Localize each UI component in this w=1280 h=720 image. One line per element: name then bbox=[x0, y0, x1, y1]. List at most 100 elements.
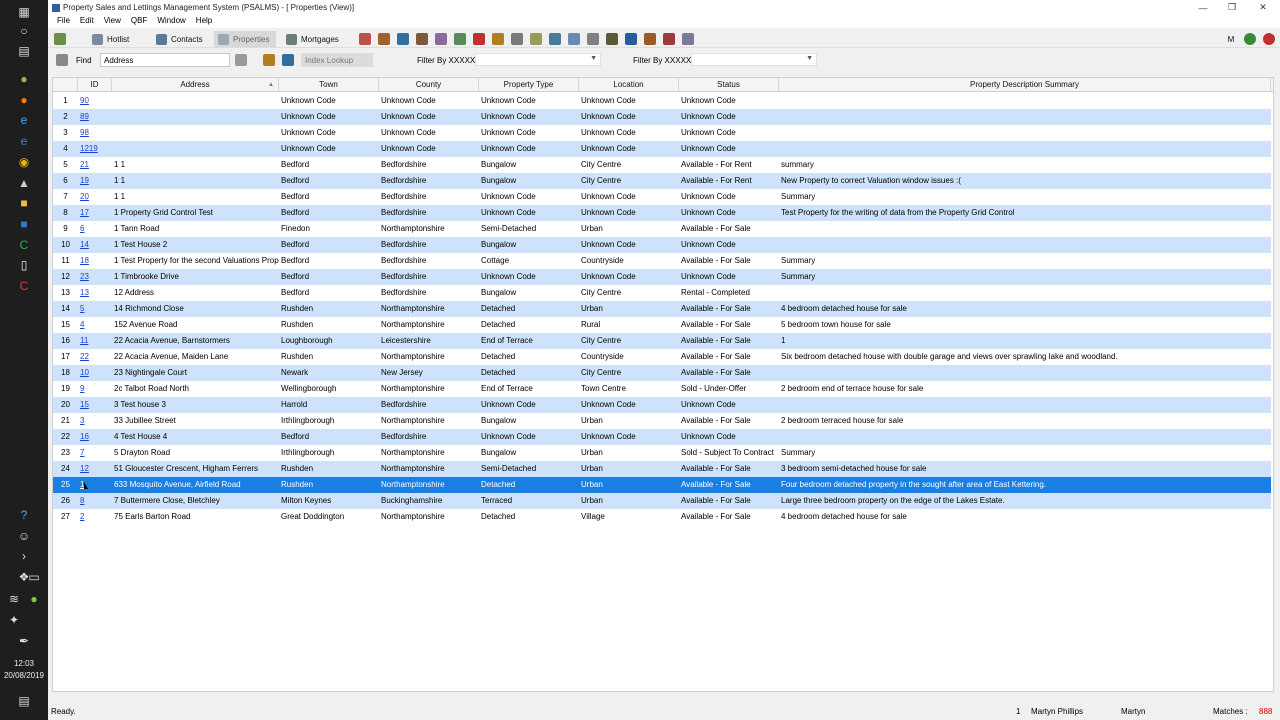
table-row[interactable]: 19 9 2c Talbot Road North Wellingborough Nor… bbox=[53, 381, 1271, 397]
chrome-icon[interactable]: ◉ bbox=[15, 153, 33, 171]
tool-icon-12[interactable] bbox=[568, 33, 580, 45]
tool-icon-7[interactable] bbox=[473, 33, 485, 45]
table-row[interactable]: 25 1 633 Mosquito Avenue, Airfield Road Rus… bbox=[53, 477, 1271, 493]
firefox-icon[interactable]: ● bbox=[15, 91, 33, 109]
index-lookup-button[interactable]: Index Lookup bbox=[301, 53, 373, 67]
cell-id[interactable]: 16 bbox=[78, 429, 112, 445]
menu-view[interactable]: View bbox=[99, 15, 126, 28]
table-row[interactable]: 13 13 12 Address Bedford Bedfordshire Bungalo… bbox=[53, 285, 1271, 301]
cell-id[interactable]: 11 bbox=[78, 333, 112, 349]
cell-id[interactable]: 98 bbox=[78, 125, 112, 141]
cell-id[interactable]: 4 bbox=[78, 317, 112, 333]
taskbar-clock[interactable]: 12:03 20/08/2019 bbox=[0, 658, 48, 682]
notifications-icon[interactable]: ▤ bbox=[15, 692, 33, 710]
table-row[interactable]: 16 11 22 Acacia Avenue, Barnstormers Loughb… bbox=[53, 333, 1271, 349]
cell-id[interactable]: 23 bbox=[78, 269, 112, 285]
cell-id[interactable]: 89 bbox=[78, 109, 112, 125]
tool-icon-10[interactable] bbox=[530, 33, 542, 45]
table-row[interactable]: 17 22 22 Acacia Avenue, Maiden Lane Rushden… bbox=[53, 349, 1271, 365]
cell-id[interactable]: 15 bbox=[78, 397, 112, 413]
table-row[interactable]: 21 3 33 Jubillee Street Irthlingborough Nort… bbox=[53, 413, 1271, 429]
table-row[interactable]: 8 17 1 Property Grid Control Test Bedford Be… bbox=[53, 205, 1271, 221]
tool-icon-8[interactable] bbox=[492, 33, 504, 45]
cell-id[interactable]: 20 bbox=[78, 189, 112, 205]
tool-icon-13[interactable] bbox=[587, 33, 599, 45]
chevron-right-icon[interactable]: › bbox=[15, 547, 33, 565]
tool-icon-5[interactable] bbox=[435, 33, 447, 45]
table-row[interactable]: 12 23 1 Timbrooke Drive Bedford Bedfordshire… bbox=[53, 269, 1271, 285]
close-icon[interactable]: ✕ bbox=[1246, 0, 1280, 15]
app-icon-3[interactable]: C bbox=[15, 236, 33, 254]
table-row[interactable]: 1 90 Unknown Code Unknown Code Unknown Code U… bbox=[53, 93, 1271, 109]
cell-id[interactable]: 7 bbox=[78, 445, 112, 461]
table-row[interactable]: 18 10 23 Nightingale Court Newark New Jersey… bbox=[53, 365, 1271, 381]
tool-icon-6[interactable] bbox=[454, 33, 466, 45]
folder-icon[interactable]: ■ bbox=[15, 194, 33, 212]
cell-id[interactable]: 90 bbox=[78, 93, 112, 109]
wifi-icon[interactable]: ≋ bbox=[5, 590, 23, 608]
cell-id[interactable]: 14 bbox=[78, 237, 112, 253]
cell-id[interactable]: 17 bbox=[78, 205, 112, 221]
people-icon[interactable]: ☺ bbox=[15, 527, 33, 545]
app-icon-5[interactable]: C bbox=[15, 277, 33, 295]
tool-icon-3[interactable] bbox=[397, 33, 409, 45]
app-icon-1[interactable]: ● bbox=[15, 70, 33, 88]
tool-icon-1[interactable] bbox=[359, 33, 371, 45]
ie-icon[interactable]: e bbox=[15, 132, 33, 150]
cell-id[interactable]: 18 bbox=[78, 253, 112, 269]
menu-qbf[interactable]: QBF bbox=[126, 15, 152, 28]
table-row[interactable]: 24 12 51 Gloucester Crescent, Higham Ferre… bbox=[53, 461, 1271, 477]
find-icon-2[interactable] bbox=[263, 54, 275, 66]
find-input[interactable] bbox=[100, 53, 230, 67]
menu-help[interactable]: Help bbox=[191, 15, 217, 28]
table-row[interactable]: 15 4 152 Avenue Road Rushden Northamptonshir… bbox=[53, 317, 1271, 333]
tool-icon-4[interactable] bbox=[416, 33, 428, 45]
app-icon-4[interactable]: ▯ bbox=[15, 256, 33, 274]
cell-id[interactable]: 12 bbox=[78, 461, 112, 477]
cell-id[interactable]: 22 bbox=[78, 349, 112, 365]
table-row[interactable]: 27 2 75 Earls Barton Road Great Doddington N… bbox=[53, 509, 1271, 525]
header-property-type[interactable]: Property Type bbox=[479, 78, 579, 92]
cell-id[interactable]: 2 bbox=[78, 509, 112, 525]
sync-icon[interactable]: ● bbox=[25, 590, 43, 608]
table-row[interactable]: 22 16 4 Test House 4 Bedford Bedfordshire Unk… bbox=[53, 429, 1271, 445]
header-status[interactable]: Status bbox=[679, 78, 779, 92]
cell-id[interactable]: 21 bbox=[78, 157, 112, 173]
battery-icon[interactable]: ▭ bbox=[25, 568, 43, 586]
table-row[interactable]: 4 1219 Unknown Code Unknown Code Unknown Cod… bbox=[53, 141, 1271, 157]
toolbar-grip-icon[interactable] bbox=[54, 33, 66, 45]
header-address[interactable]: Address ▲ bbox=[112, 78, 279, 92]
find-icon-3[interactable] bbox=[282, 54, 294, 66]
filter2-select[interactable]: ▼ bbox=[691, 53, 817, 66]
contacts-button[interactable]: Contacts bbox=[152, 31, 208, 47]
cell-id[interactable]: 3 bbox=[78, 413, 112, 429]
table-row[interactable]: 9 61 Tann Road Finedon Northamptonshire Semi… bbox=[53, 221, 1271, 237]
pen-icon[interactable]: ✒ bbox=[15, 632, 33, 650]
search-circle-icon[interactable]: ○ bbox=[15, 22, 33, 40]
menu-file[interactable]: File bbox=[52, 15, 75, 28]
header-location[interactable]: Location bbox=[579, 78, 679, 92]
tool-icon-16[interactable] bbox=[644, 33, 656, 45]
cell-id[interactable]: 13 bbox=[78, 285, 112, 301]
cell-id[interactable]: 1219 bbox=[78, 141, 112, 157]
app-icon-2[interactable]: ▲ bbox=[15, 174, 33, 192]
help-icon[interactable]: ? bbox=[15, 506, 33, 524]
mortgages-button[interactable]: Mortgages bbox=[282, 31, 344, 47]
cell-id[interactable]: 19 bbox=[78, 173, 112, 189]
table-row[interactable]: 11 18 1 Test Property for the second Valua… bbox=[53, 253, 1271, 269]
menu-edit[interactable]: Edit bbox=[75, 15, 99, 28]
header-county[interactable]: County bbox=[379, 78, 479, 92]
table-row[interactable]: 14 5 14 Richmond Close Rushden Northamptonsh… bbox=[53, 301, 1271, 317]
header-id[interactable]: ID bbox=[78, 78, 112, 92]
restore-icon[interactable]: ❐ bbox=[1215, 0, 1249, 15]
status-green-icon[interactable] bbox=[1244, 33, 1256, 45]
find-icon-1[interactable] bbox=[235, 54, 247, 66]
cell-id[interactable]: 6 bbox=[78, 221, 112, 237]
network-icon[interactable]: ✦ bbox=[5, 611, 23, 629]
tool-icon-18[interactable] bbox=[682, 33, 694, 45]
table-row[interactable]: 10 14 1 Test House 2 Bedford Bedfordshire Bun… bbox=[53, 237, 1271, 253]
header-town[interactable]: Town bbox=[279, 78, 379, 92]
edge-icon[interactable]: e bbox=[15, 111, 33, 129]
filter1-select[interactable]: ▼ bbox=[475, 53, 601, 66]
table-row[interactable]: 3 98 Unknown Code Unknown Code Unknown Code U… bbox=[53, 125, 1271, 141]
